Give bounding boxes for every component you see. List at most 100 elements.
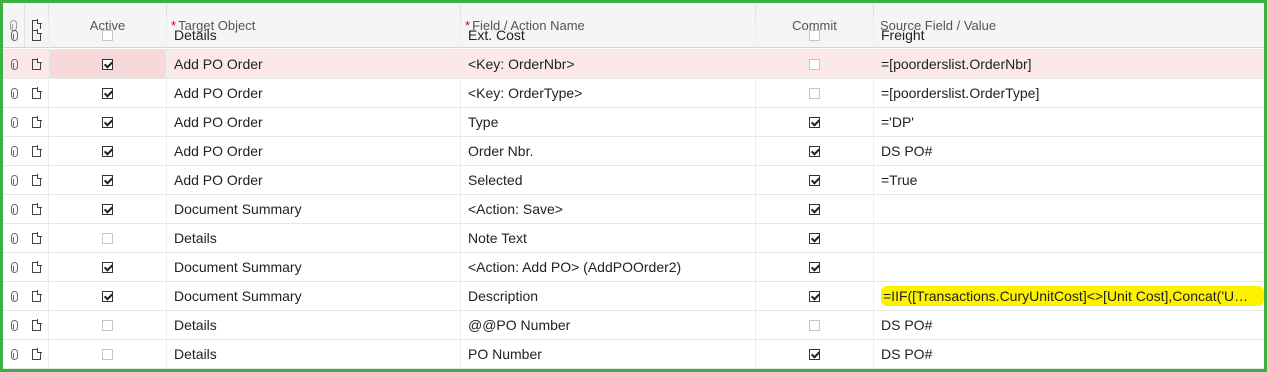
commit-cell[interactable] <box>756 253 874 281</box>
active-cell[interactable] <box>49 195 167 223</box>
note-cell[interactable] <box>25 137 49 165</box>
active-cell[interactable] <box>49 166 167 194</box>
attachment-cell[interactable] <box>3 108 25 136</box>
commit-cell[interactable] <box>756 137 874 165</box>
source-value-cell[interactable] <box>874 224 1264 252</box>
commit-checkbox[interactable] <box>809 29 820 41</box>
commit-checkbox[interactable] <box>809 87 820 99</box>
active-checkbox[interactable] <box>102 29 113 41</box>
note-cell[interactable] <box>25 224 49 252</box>
note-cell[interactable] <box>25 311 49 339</box>
field-action-cell[interactable]: Ext. Cost <box>461 21 756 49</box>
active-cell[interactable] <box>49 311 167 339</box>
active-checkbox[interactable] <box>102 261 113 273</box>
commit-cell[interactable] <box>756 311 874 339</box>
active-checkbox[interactable] <box>102 145 113 157</box>
table-row[interactable]: Add PO Order Selected =True <box>3 166 1264 195</box>
active-checkbox[interactable] <box>102 174 113 186</box>
table-row[interactable]: Add PO Order Type ='DP' <box>3 108 1264 137</box>
active-checkbox[interactable] <box>102 58 113 70</box>
active-cell[interactable] <box>49 253 167 281</box>
attachment-cell[interactable] <box>3 166 25 194</box>
active-checkbox[interactable] <box>102 232 113 244</box>
attachment-cell[interactable] <box>3 311 25 339</box>
commit-checkbox[interactable] <box>809 174 820 186</box>
field-action-cell[interactable]: Selected <box>461 166 756 194</box>
active-checkbox[interactable] <box>102 348 113 360</box>
commit-checkbox[interactable] <box>809 145 820 157</box>
field-action-cell[interactable]: PO Number <box>461 340 756 368</box>
note-cell[interactable] <box>25 195 49 223</box>
active-cell[interactable] <box>49 282 167 310</box>
commit-cell[interactable] <box>756 195 874 223</box>
commit-cell[interactable] <box>756 21 874 49</box>
commit-cell[interactable] <box>756 166 874 194</box>
commit-cell[interactable] <box>756 282 874 310</box>
target-object-cell[interactable]: Document Summary <box>167 253 461 281</box>
attachment-cell[interactable] <box>3 50 25 78</box>
active-cell[interactable] <box>49 224 167 252</box>
commit-cell[interactable] <box>756 79 874 107</box>
source-value-cell[interactable]: =[poorderslist.OrderNbr] <box>874 50 1264 78</box>
attachment-cell[interactable] <box>3 79 25 107</box>
field-action-cell[interactable]: <Action: Save> <box>461 195 756 223</box>
target-object-cell[interactable]: Details <box>167 21 461 49</box>
table-row[interactable]: Document Summary Description =IIF([Transac… <box>3 282 1264 311</box>
target-object-cell[interactable]: Add PO Order <box>167 50 461 78</box>
active-cell[interactable] <box>49 79 167 107</box>
field-action-cell[interactable]: Description <box>461 282 756 310</box>
attachment-cell[interactable] <box>3 195 25 223</box>
active-checkbox[interactable] <box>102 319 113 331</box>
source-value-cell[interactable]: DS PO# <box>874 311 1264 339</box>
commit-cell[interactable] <box>756 50 874 78</box>
commit-checkbox[interactable] <box>809 116 820 128</box>
attachment-cell[interactable] <box>3 282 25 310</box>
note-cell[interactable] <box>25 108 49 136</box>
field-action-cell[interactable]: Note Text <box>461 224 756 252</box>
source-value-cell[interactable] <box>874 253 1264 281</box>
source-value-cell[interactable]: DS PO# <box>874 137 1264 165</box>
table-row[interactable]: Add PO Order Order Nbr. DS PO# <box>3 137 1264 166</box>
field-action-cell[interactable]: <Key: OrderNbr> <box>461 50 756 78</box>
active-checkbox[interactable] <box>102 290 113 302</box>
table-row[interactable]: Details PO Number DS PO# <box>3 340 1264 369</box>
source-value-cell[interactable]: DS PO# <box>874 340 1264 368</box>
source-value-cell[interactable] <box>874 195 1264 223</box>
note-cell[interactable] <box>25 282 49 310</box>
note-cell[interactable] <box>25 166 49 194</box>
target-object-cell[interactable]: Add PO Order <box>167 79 461 107</box>
commit-checkbox[interactable] <box>809 261 820 273</box>
table-row[interactable]: Details @@PO Number DS PO# <box>3 311 1264 340</box>
field-action-cell[interactable]: <Action: Add PO> (AddPOOrder2) <box>461 253 756 281</box>
note-cell[interactable] <box>25 79 49 107</box>
attachment-cell[interactable] <box>3 224 25 252</box>
table-row[interactable]: Document Summary <Action: Add PO> (AddPOO… <box>3 253 1264 282</box>
commit-cell[interactable] <box>756 224 874 252</box>
active-cell[interactable] <box>49 340 167 368</box>
note-cell[interactable] <box>25 340 49 368</box>
commit-checkbox[interactable] <box>809 319 820 331</box>
attachment-cell[interactable] <box>3 340 25 368</box>
commit-cell[interactable] <box>756 340 874 368</box>
field-action-cell[interactable]: @@PO Number <box>461 311 756 339</box>
table-row[interactable]: Add PO Order <Key: OrderNbr> =[poorderslis… <box>3 50 1264 79</box>
attachment-cell[interactable] <box>3 137 25 165</box>
target-object-cell[interactable]: Add PO Order <box>167 137 461 165</box>
field-action-cell[interactable]: <Key: OrderType> <box>461 79 756 107</box>
note-cell[interactable] <box>25 21 49 49</box>
field-action-cell[interactable]: Order Nbr. <box>461 137 756 165</box>
field-action-cell[interactable]: Type <box>461 108 756 136</box>
table-row[interactable]: Document Summary <Action: Save> <box>3 195 1264 224</box>
commit-checkbox[interactable] <box>809 348 820 360</box>
source-value-cell[interactable]: =[poorderslist.OrderType] <box>874 79 1264 107</box>
target-object-cell[interactable]: Details <box>167 340 461 368</box>
active-cell[interactable] <box>49 108 167 136</box>
active-checkbox[interactable] <box>102 87 113 99</box>
attachment-cell[interactable] <box>3 21 25 49</box>
active-checkbox[interactable] <box>102 116 113 128</box>
source-value-cell[interactable]: =IIF([Transactions.CuryUnitCost]<>[Unit … <box>874 282 1264 310</box>
note-cell[interactable] <box>25 253 49 281</box>
commit-cell[interactable] <box>756 108 874 136</box>
table-row[interactable]: Add PO Order <Key: OrderType> =[poordersli… <box>3 79 1264 108</box>
note-cell[interactable] <box>25 50 49 78</box>
